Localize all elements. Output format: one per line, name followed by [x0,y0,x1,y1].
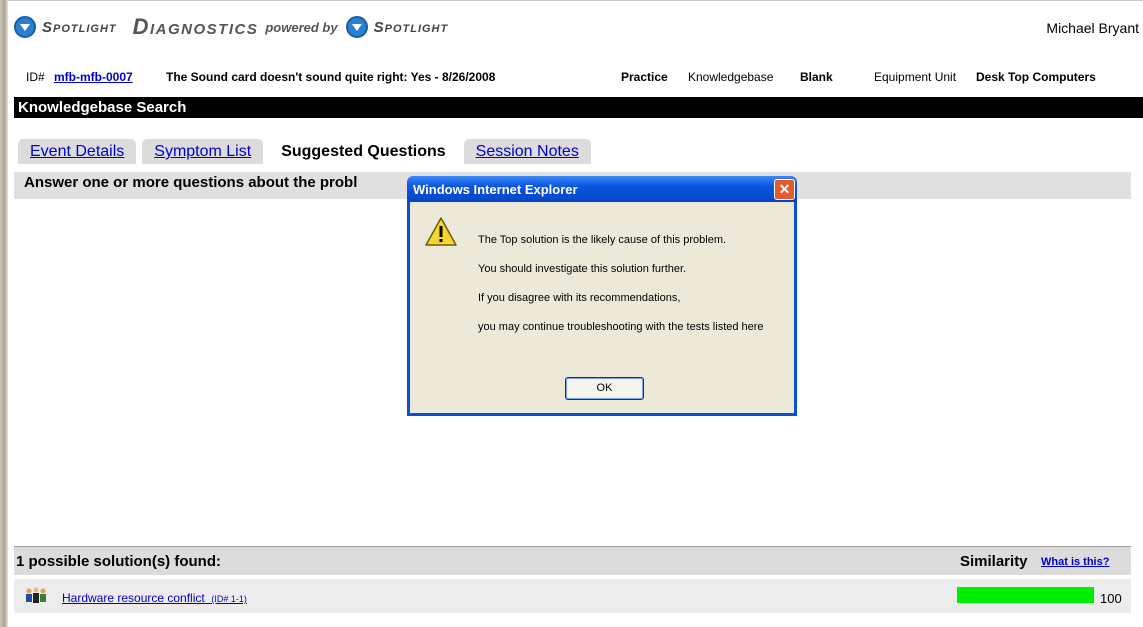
brand-logo: Spotlight Diagnostics powered by Spotlig… [14,11,448,43]
dialog-titlebar[interactable]: Windows Internet Explorer ✕ [407,176,797,202]
brand-spotlight-text: Spotlight [42,18,117,36]
brand-spotlight-text-2: Spotlight [373,18,449,36]
solution-id: (ID# 1-1) [211,594,247,604]
dialog-title: Windows Internet Explorer [413,181,578,197]
equipment-unit-label: Equipment Unit [874,70,957,84]
powered-by-text: powered by [265,19,338,35]
event-info-row: ID# mfb-mfb-0007 The Sound card doesn't … [26,70,1143,86]
top-rule [8,0,1143,11]
spotlight-logo-icon [345,16,368,38]
tab-suggested-questions[interactable]: Suggested Questions [269,139,458,164]
similarity-bar-fill [957,587,1094,603]
spotlight-logo-icon [14,16,36,38]
brand-diagnostics-text: Diagnostics [132,14,259,39]
dialog-body: The Top solution is the likely cause of … [410,202,794,413]
similarity-label: Similarity [960,553,1028,570]
practice-label: Practice [621,70,668,84]
knowledgebase-value: Blank [800,70,833,84]
tab-event-details[interactable]: Event Details [18,139,137,164]
event-id-link[interactable]: mfb-mfb-0007 [54,70,133,84]
equipment-unit-value: Desk Top Computers [976,70,1096,84]
alert-dialog: Windows Internet Explorer ✕ The Top solu… [407,176,797,416]
solution-name: Hardware resource conflict [62,591,205,605]
dialog-line: you may continue troubleshooting with th… [478,321,764,333]
solutions-count-title: 1 possible solution(s) found: [16,553,221,570]
window-left-edge [0,0,8,627]
what-is-this-link[interactable]: What is this? [1041,556,1109,568]
similarity-value: 100 [1100,591,1122,606]
tab-symptom-list[interactable]: Symptom List [142,139,264,164]
tab-bar: Event Details Symptom List Suggested Que… [18,139,597,164]
close-button[interactable]: ✕ [774,178,795,200]
similarity-bar [957,587,1094,603]
dialog-line: The Top solution is the likely cause of … [478,234,727,246]
ok-button[interactable]: OK [565,377,644,400]
knowledgebase-label: Knowledgebase [688,70,774,84]
warning-icon [424,216,458,253]
id-label: ID# [26,70,45,84]
people-group-icon [24,587,48,605]
event-description: The Sound card doesn't sound quite right… [166,70,496,84]
user-name: Michael Bryant [1046,20,1139,36]
dialog-message: The Top solution is the likely cause of … [478,234,764,350]
tab-session-notes[interactable]: Session Notes [463,139,591,164]
dialog-line: You should investigate this solution fur… [478,263,687,275]
solution-link[interactable]: Hardware resource conflict (ID# 1-1) [62,591,247,605]
dialog-line: If you disagree with its recommendations… [478,292,681,304]
page-title: Knowledgebase Search [14,97,1143,118]
